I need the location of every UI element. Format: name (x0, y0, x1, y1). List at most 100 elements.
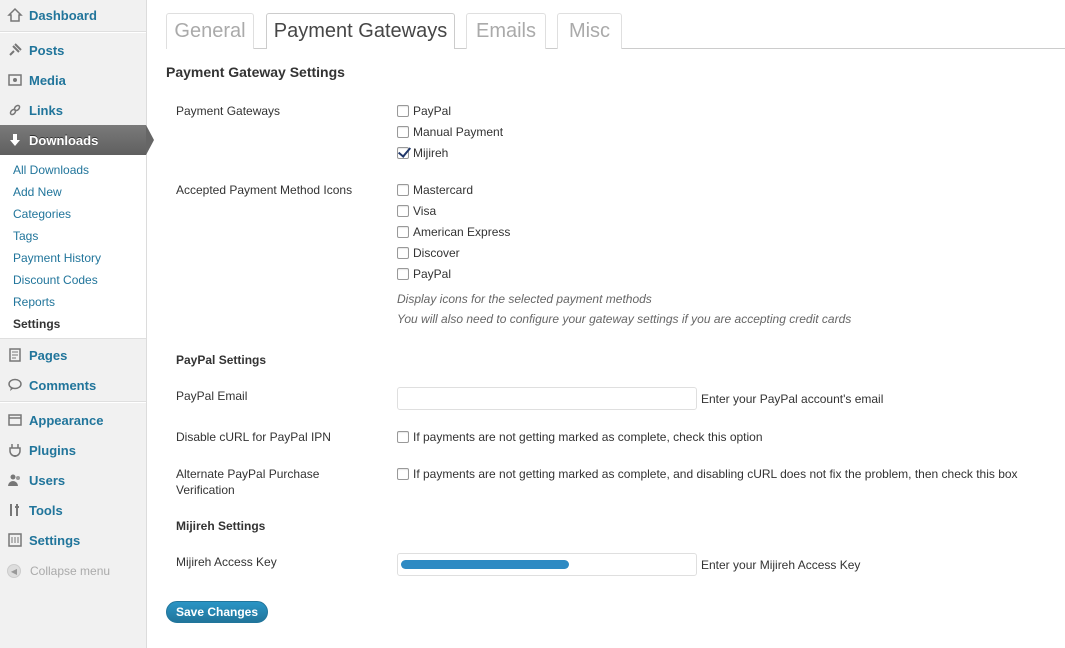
menu-media-label: Media (29, 72, 66, 88)
pages-icon (7, 347, 23, 363)
alt-verify-row: If payments are not getting marked as co… (397, 467, 1018, 481)
alt-verify-checkbox[interactable] (397, 468, 409, 480)
disable-curl-label: Disable cURL for PayPal IPN (176, 430, 331, 444)
submenu-all-downloads[interactable]: All Downloads (13, 163, 89, 177)
gateway-paypal-row: PayPal (397, 104, 451, 118)
admin-sidebar: Dashboard Posts Media Links Downloads Al… (0, 0, 154, 648)
menu-pages[interactable]: Pages (0, 340, 146, 370)
mijireh-settings-heading: Mijireh Settings (176, 519, 266, 533)
page-title: Payment Gateway Settings (166, 64, 345, 80)
icon-visa-checkbox[interactable] (397, 205, 409, 217)
icon-paypal-label: PayPal (413, 267, 452, 281)
paypal-settings-heading: PayPal Settings (176, 353, 267, 367)
alt-verify-description: If payments are not getting marked as co… (413, 467, 1018, 481)
gateway-mijireh-row: Mijireh (397, 146, 448, 160)
menu-comments[interactable]: Comments (0, 370, 146, 400)
menu-appearance[interactable]: Appearance (0, 405, 146, 435)
gateway-mijireh-checkbox[interactable] (397, 147, 409, 159)
disable-curl-description: If payments are not getting marked as co… (413, 430, 763, 444)
tab-payment-gateways[interactable]: Payment Gateways (266, 13, 455, 49)
collapse-arrow-icon: ◀ (7, 564, 21, 578)
mijireh-key-label: Mijireh Access Key (176, 555, 277, 569)
submenu-reports[interactable]: Reports (13, 295, 55, 309)
payment-gateways-label: Payment Gateways (176, 104, 281, 118)
menu-tools-label: Tools (29, 502, 63, 518)
accepted-icons-note: You will also need to configure your gat… (397, 312, 852, 326)
pin-icon (7, 42, 23, 58)
menu-downloads-label: Downloads (29, 132, 99, 148)
mijireh-key-description: Enter your Mijireh Access Key (701, 558, 861, 572)
comment-bubble-icon (7, 377, 23, 393)
gateway-paypal-checkbox[interactable] (397, 105, 409, 117)
link-icon (7, 102, 23, 118)
menu-settings[interactable]: Settings (0, 525, 146, 555)
disable-curl-checkbox[interactable] (397, 431, 409, 443)
paypal-email-description: Enter your PayPal account's email (701, 392, 884, 406)
menu-plugins[interactable]: Plugins (0, 435, 146, 465)
icon-discover-checkbox[interactable] (397, 247, 409, 259)
collapse-menu-button[interactable]: ◀ Collapse menu (7, 564, 110, 578)
icon-amex-checkbox[interactable] (397, 226, 409, 238)
menu-posts[interactable]: Posts (0, 35, 146, 65)
paypal-email-input[interactable] (397, 387, 697, 410)
downloads-submenu: All Downloads Add New Categories Tags Pa… (0, 155, 146, 339)
submenu-add-new[interactable]: Add New (13, 185, 62, 199)
settings-tabs: General Payment Gateways Emails Misc (166, 13, 1065, 49)
disable-curl-row: If payments are not getting marked as co… (397, 430, 763, 444)
menu-users-label: Users (29, 472, 66, 488)
submenu-settings[interactable]: Settings (13, 317, 60, 331)
icon-mastercard-checkbox[interactable] (397, 184, 409, 196)
icon-discover-label: Discover (413, 246, 460, 260)
collapse-menu-label: Collapse menu (30, 564, 111, 578)
mijireh-key-input[interactable] (397, 553, 697, 576)
menu-dashboard[interactable]: Dashboard (0, 0, 146, 30)
icon-amex-label: American Express (413, 225, 511, 239)
tools-icon (7, 502, 23, 518)
submenu-payment-history[interactable]: Payment History (13, 251, 101, 265)
accepted-icons-label: Accepted Payment Method Icons (176, 183, 353, 197)
plug-icon (7, 442, 23, 458)
current-menu-arrow (146, 125, 154, 155)
media-icon (7, 72, 23, 88)
menu-links[interactable]: Links (0, 95, 146, 125)
alt-verify-label-line1: Alternate PayPal Purchase (176, 467, 320, 481)
submenu-tags[interactable]: Tags (13, 229, 38, 243)
menu-users[interactable]: Users (0, 465, 146, 495)
menu-plugins-label: Plugins (29, 442, 76, 458)
menu-downloads[interactable]: Downloads (0, 125, 154, 155)
menu-settings-label: Settings (29, 532, 81, 548)
menu-comments-label: Comments (29, 377, 97, 393)
gateway-manual-row: Manual Payment (397, 125, 503, 139)
icon-discover-row: Discover (397, 246, 460, 260)
download-arrow-icon (7, 132, 23, 148)
alt-verify-label-line2: Verification (176, 483, 235, 497)
icon-amex-row: American Express (397, 225, 510, 239)
menu-separator (0, 401, 146, 403)
icon-paypal-row: PayPal (397, 267, 451, 281)
tab-general[interactable]: General (166, 13, 254, 49)
redacted-value (401, 560, 569, 569)
submenu-discount-codes[interactable]: Discount Codes (13, 273, 98, 287)
icon-visa-row: Visa (397, 204, 436, 218)
menu-media[interactable]: Media (0, 65, 146, 95)
menu-appearance-label: Appearance (29, 412, 104, 428)
menu-pages-label: Pages (29, 347, 68, 363)
gateway-mijireh-label: Mijireh (413, 146, 449, 160)
icon-mastercard-row: Mastercard (397, 183, 473, 197)
gateway-manual-label: Manual Payment (413, 125, 504, 139)
save-changes-button[interactable]: Save Changes (166, 601, 268, 623)
tab-misc[interactable]: Misc (557, 13, 622, 49)
menu-links-label: Links (29, 102, 63, 118)
icon-paypal-checkbox[interactable] (397, 268, 409, 280)
gateway-paypal-label: PayPal (413, 104, 452, 118)
accepted-icons-description: Display icons for the selected payment m… (397, 292, 652, 306)
submenu-categories[interactable]: Categories (13, 207, 71, 221)
menu-dashboard-label: Dashboard (29, 7, 97, 23)
tab-emails[interactable]: Emails (466, 13, 546, 49)
users-icon (7, 472, 23, 488)
gateway-manual-checkbox[interactable] (397, 126, 409, 138)
menu-posts-label: Posts (29, 42, 65, 58)
menu-tools[interactable]: Tools (0, 495, 146, 525)
appearance-icon (7, 412, 23, 428)
dashboard-icon (7, 7, 23, 23)
